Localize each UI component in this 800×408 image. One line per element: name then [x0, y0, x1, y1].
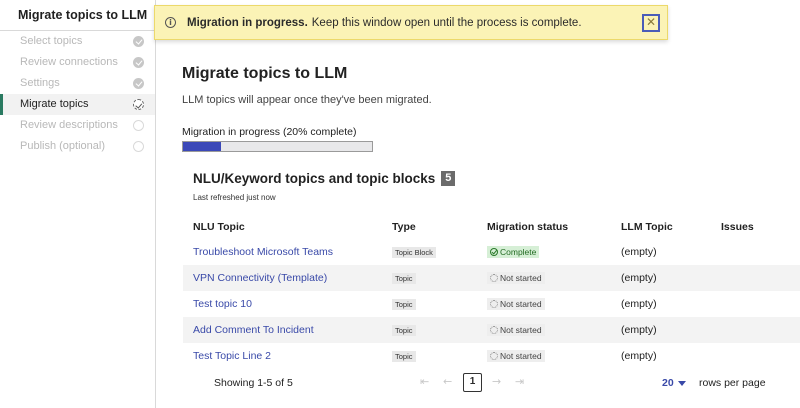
caret-down-icon — [677, 380, 686, 386]
topic-link[interactable]: VPN Connectivity (Template) — [193, 272, 327, 284]
wizard-steps: Select topics Review connections Setting… — [0, 31, 155, 157]
migration-progress-banner: i Migration in progress. Keep this windo… — [154, 5, 668, 40]
header-nlu-topic[interactable]: NLU Topic — [183, 214, 392, 239]
topic-link[interactable]: Add Comment To Incident — [193, 324, 314, 336]
type-tag: Topic — [392, 273, 416, 284]
count-badge: 5 — [441, 171, 456, 186]
last-page-icon[interactable]: ⇥ — [515, 375, 524, 388]
next-page-icon[interactable]: → — [492, 375, 501, 388]
progress-label: Migration in progress (20% complete) — [182, 126, 357, 138]
step-review-connections[interactable]: Review connections — [0, 52, 155, 73]
status-text: Complete — [500, 246, 537, 257]
topic-link[interactable]: Test topic 10 — [193, 298, 252, 310]
page-button-current[interactable]: 1 — [463, 373, 482, 392]
table-row: Add Comment To Incident Topic Not starte… — [183, 317, 800, 343]
showing-count: Showing 1-5 of 5 — [214, 377, 293, 389]
step-publish: Publish (optional) — [0, 136, 155, 157]
step-label: Select topics — [20, 35, 83, 47]
step-label: Publish (optional) — [20, 140, 105, 152]
check-circle-icon — [133, 78, 144, 89]
step-migrate-topics[interactable]: Migrate topics — [0, 94, 155, 115]
banner-strong-text: Migration in progress. — [187, 16, 308, 29]
topic-link[interactable]: Troubleshoot Microsoft Teams — [193, 246, 333, 258]
header-migration-status[interactable]: Migration status — [487, 214, 621, 239]
table-row: Troubleshoot Microsoft Teams Topic Block… — [183, 239, 800, 265]
banner-text: Keep this window open until the process … — [311, 16, 582, 29]
issues-cell — [721, 239, 800, 265]
type-tag: Topic — [392, 325, 416, 336]
step-label: Review connections — [20, 56, 118, 68]
sidebar-title: Migrate topics to LLM — [0, 0, 155, 31]
status-badge: Not started — [487, 297, 545, 310]
step-review-descriptions: Review descriptions — [0, 115, 155, 136]
progress-fill — [183, 142, 221, 151]
step-settings[interactable]: Settings — [0, 73, 155, 94]
llm-topic-cell: (empty) — [621, 317, 721, 343]
check-circle-icon — [490, 247, 498, 256]
status-text: Not started — [500, 350, 542, 361]
check-circle-icon — [133, 36, 144, 47]
check-circle-icon — [133, 57, 144, 68]
empty-circle-icon — [133, 141, 144, 152]
table-row: VPN Connectivity (Template) Topic Not st… — [183, 265, 800, 291]
section-title-text: NLU/Keyword topics and topic blocks — [193, 171, 436, 186]
status-badge: Not started — [487, 323, 545, 336]
dotted-circle-icon — [490, 325, 498, 334]
status-text: Not started — [500, 272, 542, 283]
pagination: Showing 1-5 of 5 ⇤ ← 1 → ⇥ 20 rows per p… — [182, 370, 782, 396]
type-tag: Topic — [392, 351, 416, 362]
rows-per-page-value: 20 — [662, 377, 674, 389]
last-refreshed: Last refreshed just now — [193, 193, 276, 202]
type-tag: Topic Block — [392, 247, 436, 258]
header-issues[interactable]: Issues — [721, 214, 800, 239]
dotted-circle-icon — [490, 299, 498, 308]
issues-cell — [721, 317, 800, 343]
status-text: Not started — [500, 324, 542, 335]
step-label: Migrate topics — [20, 98, 89, 110]
llm-topic-cell: (empty) — [621, 350, 657, 362]
topic-link[interactable]: Test Topic Line 2 — [193, 350, 271, 362]
issues-cell — [721, 265, 800, 291]
section-title: NLU/Keyword topics and topic blocks 5 — [193, 171, 456, 186]
close-banner-button[interactable]: ✕ — [642, 14, 660, 32]
status-badge: Not started — [487, 349, 545, 362]
progress-bar — [182, 141, 373, 152]
table-header-row: NLU Topic Type Migration status LLM Topi… — [183, 214, 800, 239]
dotted-circle-icon — [490, 273, 498, 282]
step-label: Settings — [20, 77, 60, 89]
empty-circle-icon — [133, 120, 144, 131]
prev-page-icon[interactable]: ← — [443, 375, 452, 388]
dotted-circle-icon — [490, 351, 498, 360]
in-progress-check-icon — [133, 99, 144, 110]
status-badge: Complete — [487, 245, 540, 258]
header-type[interactable]: Type — [392, 214, 487, 239]
status-badge: Not started — [487, 271, 545, 284]
rows-per-page-label: rows per page — [699, 377, 766, 389]
step-select-topics[interactable]: Select topics — [0, 31, 155, 52]
info-icon: i — [165, 17, 176, 28]
header-llm-topic[interactable]: LLM Topic — [621, 214, 721, 239]
llm-topic-cell: (empty) — [621, 265, 721, 291]
step-label: Review descriptions — [20, 119, 118, 131]
llm-topic-cell: (empty) — [621, 298, 657, 310]
first-page-icon[interactable]: ⇤ — [420, 375, 429, 388]
type-tag: Topic — [392, 299, 416, 310]
issues-cell — [721, 291, 800, 317]
page-title: Migrate topics to LLM — [182, 65, 348, 82]
table-row: Test topic 10 Topic Not started (empty) — [183, 291, 800, 317]
status-text: Not started — [500, 298, 542, 309]
wizard-sidebar: Migrate topics to LLM Select topics Revi… — [0, 0, 156, 408]
table-row: Test Topic Line 2 Topic Not started (emp… — [183, 343, 800, 369]
issues-cell — [721, 343, 800, 369]
llm-topic-cell: (empty) — [621, 246, 657, 258]
page-description: LLM topics will appear once they've been… — [182, 94, 432, 106]
rows-per-page-select[interactable]: 20 — [662, 377, 686, 389]
topics-table: NLU Topic Type Migration status LLM Topi… — [183, 214, 800, 369]
